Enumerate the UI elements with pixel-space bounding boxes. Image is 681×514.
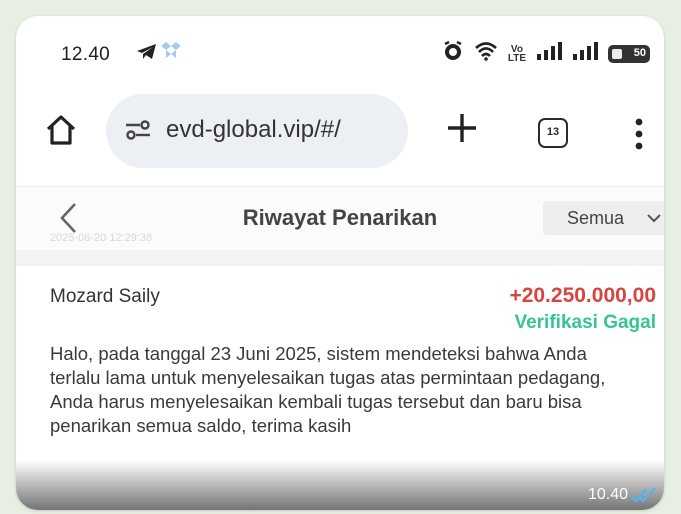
withdrawal-timestamp: 2025-06-20 12:29:38 — [50, 232, 153, 244]
signal-icon-1 — [536, 41, 562, 66]
status-bar: 12.40 Vo LTE 50 — [16, 16, 664, 90]
tab-switcher-button[interactable]: 13 — [538, 118, 568, 148]
account-name: Mozard Saily — [50, 286, 160, 307]
status-time: 12.40 — [61, 44, 111, 65]
volte-label: Vo LTE — [507, 43, 526, 64]
signal-icon-2 — [572, 41, 598, 66]
withdrawal-amount: +20.250.000,00 — [509, 284, 656, 307]
battery-level: 50 — [633, 46, 646, 59]
dropbox-icon — [161, 40, 181, 67]
double-check-icon — [630, 486, 658, 509]
filter-dropdown[interactable]: Semua — [543, 201, 664, 235]
screenshot-card: 12.40 Vo LTE 50 evd-global.vip/#/ 13 Riw… — [16, 16, 664, 510]
message-time: 10.40 — [588, 486, 629, 503]
url-text[interactable]: evd-global.vip/#/ — [166, 116, 341, 144]
new-tab-icon[interactable] — [444, 110, 480, 151]
telegram-icon — [136, 43, 158, 66]
browser-toolbar: evd-global.vip/#/ 13 — [16, 90, 664, 186]
wifi-icon — [474, 41, 498, 66]
status-badge: Verifikasi Gagal — [514, 312, 656, 333]
url-bar[interactable]: evd-global.vip/#/ — [106, 94, 408, 168]
section-divider — [16, 250, 664, 266]
chat-bubble-shade — [16, 460, 664, 510]
battery-icon: 50 — [608, 44, 650, 63]
more-menu-icon[interactable] — [634, 116, 644, 157]
status-icons: Vo LTE 50 — [442, 40, 650, 67]
site-settings-icon[interactable] — [124, 118, 152, 147]
alarm-icon — [442, 40, 464, 67]
withdrawal-message: Halo, pada tanggal 23 Juni 2025, sistem … — [50, 343, 606, 436]
filter-value: Semua — [567, 208, 625, 228]
chevron-down-icon — [647, 214, 661, 223]
home-icon[interactable] — [44, 114, 78, 151]
